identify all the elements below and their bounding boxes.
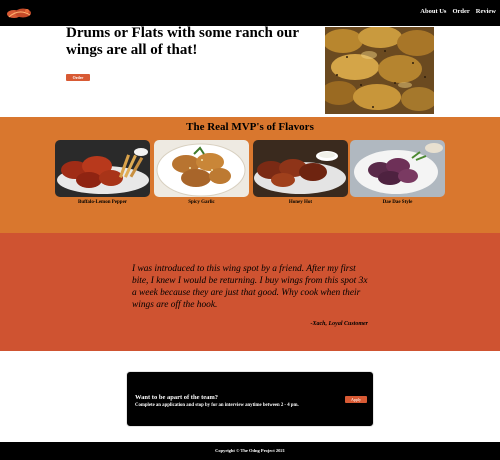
order-button[interactable]: Order <box>66 74 90 81</box>
flavors-section: The Real MVP's of Flavors Buffalo-Lemon … <box>0 117 500 233</box>
apply-button[interactable]: Apply <box>345 396 367 403</box>
flavor-card-honey-hot: Honey Hot <box>253 140 348 205</box>
copyright-text: Copyright © The Odng Project 2021 <box>215 448 285 453</box>
flavor-card-spicy-garlic: Spicy Garlic <box>154 140 249 205</box>
top-nav: About Us Order Review <box>0 0 500 26</box>
careers-text: Complete an application and stop by for … <box>135 403 299 408</box>
flavor-name: Buffalo-Lemon Pepper <box>77 200 128 205</box>
nav-link-order[interactable]: Order <box>452 8 469 15</box>
careers-box: Want to be apart of the team? Complete a… <box>126 371 374 427</box>
footer: Copyright © The Odng Project 2021 <box>0 442 500 460</box>
testimonial-quote: I was introduced to this wing spot by a … <box>132 264 368 310</box>
wings-logo-icon[interactable] <box>6 5 32 21</box>
nav-link-review[interactable]: Review <box>476 8 496 15</box>
flavor-name: Spicy Garlic <box>188 200 215 205</box>
honey-hot-photo <box>253 140 348 197</box>
nav-links: About Us Order Review <box>420 8 496 15</box>
testimonial-author: -Xach, Loyal Customer <box>310 321 368 327</box>
nav-link-about-us[interactable]: About Us <box>420 8 446 15</box>
testimonial-section: I was introduced to this wing spot by a … <box>0 233 500 351</box>
flavor-card-dae-dae-style: Dae Dae Style <box>350 140 445 205</box>
hero-title: Drums or Flats with some ranch our wings… <box>66 25 299 58</box>
flavor-card-buffalo-lemon-pepper: Buffalo-Lemon Pepper <box>55 140 150 205</box>
chicken-wings-photo <box>325 27 434 114</box>
dae-dae-style-photo <box>350 140 445 197</box>
buffalo-lemon-pepper-photo <box>55 140 150 197</box>
flavor-name: Dae Dae Style <box>382 200 413 205</box>
flavor-name: Honey Hot <box>288 200 313 205</box>
spicy-garlic-photo <box>154 140 249 197</box>
careers-title: Want to be apart of the team? <box>135 394 219 401</box>
page: About Us Order Review Drums or Flats wit… <box>0 0 500 460</box>
flavors-title: The Real MVP's of Flavors <box>186 121 314 133</box>
